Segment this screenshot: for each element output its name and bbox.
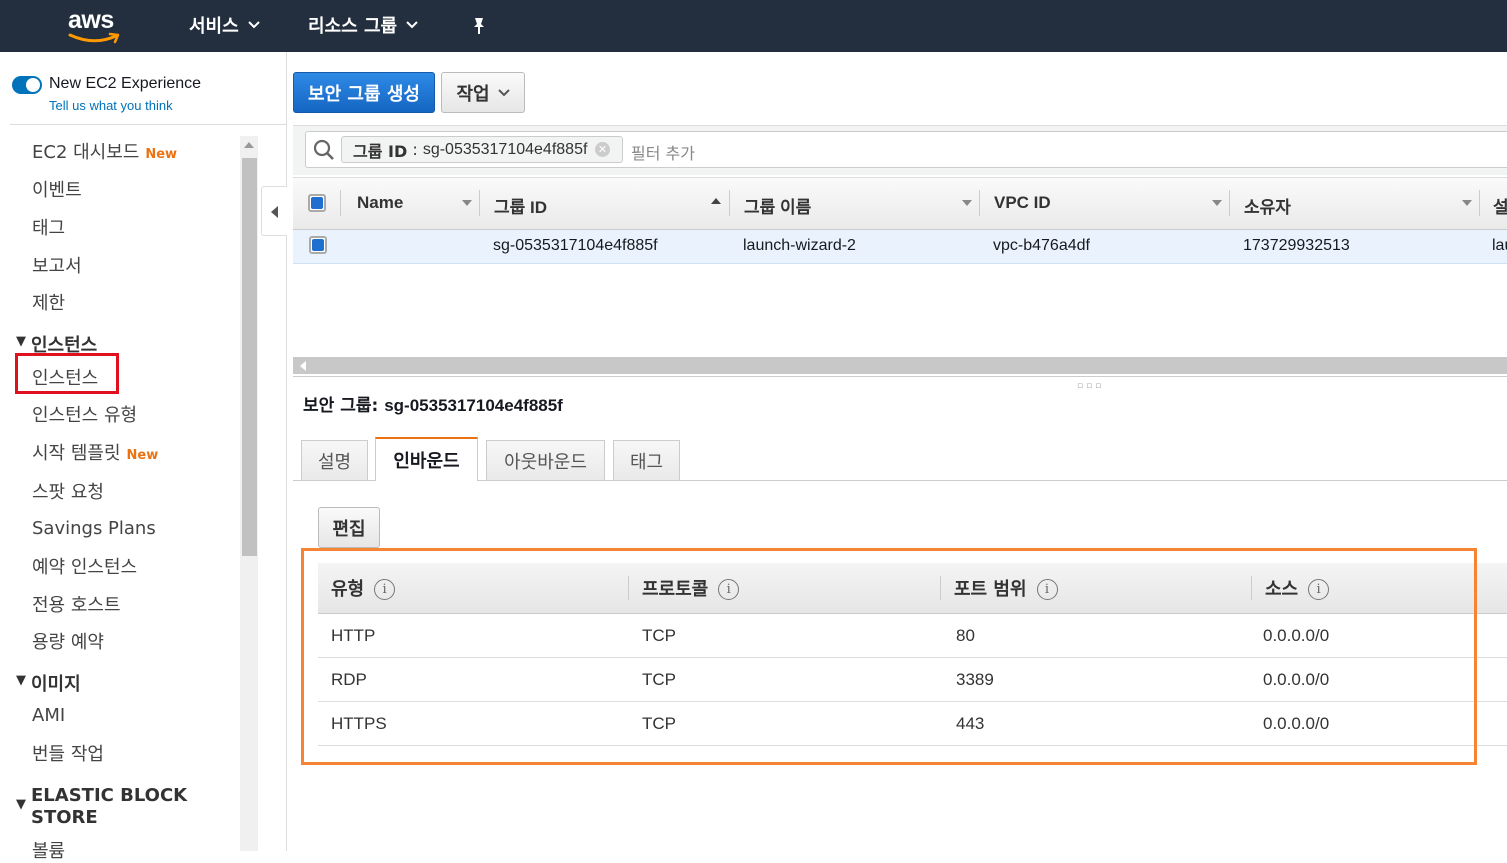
sidebar-item-volumes[interactable]: 볼륨 bbox=[32, 837, 65, 863]
aws-logo-text: aws bbox=[68, 6, 114, 34]
sidebar-item-reserved-instances[interactable]: 예약 인스턴스 bbox=[32, 553, 137, 579]
row-checkbox[interactable] bbox=[309, 236, 327, 254]
top-nav: aws 서비스 리소스 그룹 bbox=[0, 0, 1507, 52]
token-separator: : bbox=[407, 140, 423, 159]
section-label-line2: STORE bbox=[31, 807, 98, 828]
tab-outbound[interactable]: 아웃바운드 bbox=[486, 440, 605, 480]
caret-down-icon: ▼ bbox=[16, 334, 26, 349]
sort-ascending-icon[interactable] bbox=[711, 198, 721, 204]
column-separator bbox=[340, 190, 341, 216]
caret-down-icon: ▼ bbox=[16, 673, 26, 688]
token-value: sg-0535317104e4f885f bbox=[422, 140, 588, 158]
sidebar-item-savings-plans[interactable]: Savings Plans bbox=[32, 518, 156, 539]
column-header-description[interactable]: 설 bbox=[1493, 193, 1507, 218]
edit-button[interactable]: 편집 bbox=[318, 507, 380, 548]
sidebar-item-spot-requests[interactable]: 스팟 요청 bbox=[32, 478, 104, 504]
sidebar-item-ami[interactable]: AMI bbox=[32, 705, 65, 726]
chevron-down-icon bbox=[247, 21, 260, 29]
cell-group-id: sg-0535317104e4f885f bbox=[493, 237, 658, 254]
sidebar-item-limits[interactable]: 제한 bbox=[32, 289, 65, 315]
detail-title-value: sg-0535317104e4f885f bbox=[384, 396, 563, 415]
sidebar: New EC2 Experience Tell us what you thin… bbox=[0, 52, 286, 862]
resource-groups-menu[interactable]: 리소스 그룹 bbox=[308, 12, 419, 38]
services-menu[interactable]: 서비스 bbox=[189, 12, 261, 38]
toggle-knob bbox=[26, 78, 40, 92]
collapse-sidebar-button[interactable] bbox=[261, 186, 287, 236]
sidebar-item-label: 시작 템플릿 bbox=[32, 443, 121, 464]
sidebar-item-bundle-tasks[interactable]: 번들 작업 bbox=[32, 740, 104, 766]
scroll-up-icon[interactable] bbox=[244, 142, 254, 148]
scroll-left-icon[interactable] bbox=[300, 361, 306, 371]
select-all-checkbox[interactable] bbox=[308, 194, 326, 212]
sort-icon[interactable] bbox=[1212, 200, 1222, 206]
sidebar-item-capacity-reservations[interactable]: 용량 예약 bbox=[32, 628, 104, 654]
table-horizontal-scrollbar[interactable] bbox=[293, 357, 1507, 374]
column-separator bbox=[479, 190, 480, 216]
column-header-group-name[interactable]: 그룹 이름 bbox=[744, 193, 811, 218]
caret-down-icon: ▼ bbox=[16, 797, 26, 812]
sidebar-item-ec2-dashboard[interactable]: EC2 대시보드 New bbox=[32, 138, 177, 164]
new-badge: New bbox=[145, 147, 178, 162]
section-label: ELASTIC BLOCK STORE bbox=[31, 785, 187, 829]
column-separator bbox=[729, 190, 730, 216]
create-security-group-button[interactable]: 보안 그룹 생성 bbox=[293, 72, 435, 113]
splitter-grip-icon[interactable]: ▫▫▫ bbox=[1077, 381, 1104, 391]
aws-smile-icon bbox=[68, 32, 120, 44]
sidebar-item-label: EC2 대시보드 bbox=[32, 142, 140, 163]
sort-icon[interactable] bbox=[962, 200, 972, 206]
sort-icon[interactable] bbox=[1462, 200, 1472, 206]
cell-group-name: launch-wizard-2 bbox=[743, 237, 856, 254]
table-header bbox=[293, 177, 1507, 230]
cell-description: lau bbox=[1492, 237, 1507, 254]
highlight-box-inbound-rules bbox=[301, 548, 1477, 765]
sidebar-scroll-thumb[interactable] bbox=[242, 158, 257, 556]
column-separator bbox=[1479, 190, 1480, 216]
search-icon bbox=[313, 139, 334, 160]
feedback-link[interactable]: Tell us what you think bbox=[49, 98, 173, 113]
section-label-line1: ELASTIC BLOCK bbox=[31, 785, 188, 806]
sidebar-item-reports[interactable]: 보고서 bbox=[32, 252, 82, 278]
detail-title: 보안 그룹: sg-0535317104e4f885f bbox=[303, 391, 563, 416]
section-images[interactable]: ▼ 이미지 bbox=[16, 670, 81, 696]
chevron-down-icon bbox=[406, 21, 418, 29]
column-header-name[interactable]: Name bbox=[357, 193, 403, 213]
sidebar-item-dedicated-hosts[interactable]: 전용 호스트 bbox=[32, 591, 121, 617]
chevron-down-icon bbox=[497, 88, 510, 96]
services-label: 서비스 bbox=[189, 16, 239, 37]
column-header-vpc-id[interactable]: VPC ID bbox=[994, 193, 1051, 213]
tab-description[interactable]: 설명 bbox=[301, 440, 368, 480]
new-experience-toggle[interactable] bbox=[12, 76, 42, 94]
resource-groups-label: 리소스 그룹 bbox=[308, 16, 398, 37]
highlight-box-instances bbox=[15, 353, 119, 394]
sort-icon[interactable] bbox=[462, 200, 472, 206]
column-separator bbox=[979, 190, 980, 216]
sidebar-item-launch-templates[interactable]: 시작 템플릿 New bbox=[32, 439, 158, 465]
aws-logo[interactable]: aws bbox=[68, 6, 124, 44]
column-separator bbox=[1229, 190, 1230, 216]
token-key: 그룹 ID bbox=[353, 141, 408, 161]
new-experience-title: New EC2 Experience bbox=[49, 75, 202, 92]
sidebar-divider-vertical bbox=[286, 52, 287, 851]
section-ebs[interactable]: ▼ ELASTIC BLOCK STORE bbox=[16, 785, 187, 829]
pin-icon[interactable] bbox=[470, 16, 488, 36]
detail-title-label: 보안 그룹: bbox=[303, 396, 385, 416]
sidebar-divider bbox=[10, 124, 286, 125]
filter-placeholder[interactable]: 필터 추가 bbox=[631, 140, 695, 164]
actions-button[interactable]: 작업 bbox=[441, 72, 525, 113]
sidebar-item-events[interactable]: 이벤트 bbox=[32, 176, 82, 202]
sidebar-item-tags[interactable]: 태그 bbox=[32, 214, 65, 240]
column-header-group-id[interactable]: 그룹 ID bbox=[494, 193, 547, 218]
tab-inbound[interactable]: 인바운드 bbox=[375, 437, 478, 481]
cell-owner: 173729932513 bbox=[1243, 237, 1350, 254]
cell-vpc-id: vpc-b476a4df bbox=[993, 237, 1090, 254]
sidebar-item-instance-types[interactable]: 인스턴스 유형 bbox=[32, 401, 137, 427]
actions-label: 작업 bbox=[456, 83, 490, 105]
pane-splitter[interactable] bbox=[293, 376, 1507, 377]
remove-token-icon[interactable]: ✕ bbox=[595, 142, 610, 157]
filter-token[interactable]: 그룹 ID : sg-0535317104e4f885f bbox=[341, 136, 623, 163]
new-badge: New bbox=[126, 448, 159, 463]
tab-tags[interactable]: 태그 bbox=[613, 440, 680, 480]
column-header-owner[interactable]: 소유자 bbox=[1244, 193, 1291, 218]
section-label: 이미지 bbox=[31, 674, 81, 695]
